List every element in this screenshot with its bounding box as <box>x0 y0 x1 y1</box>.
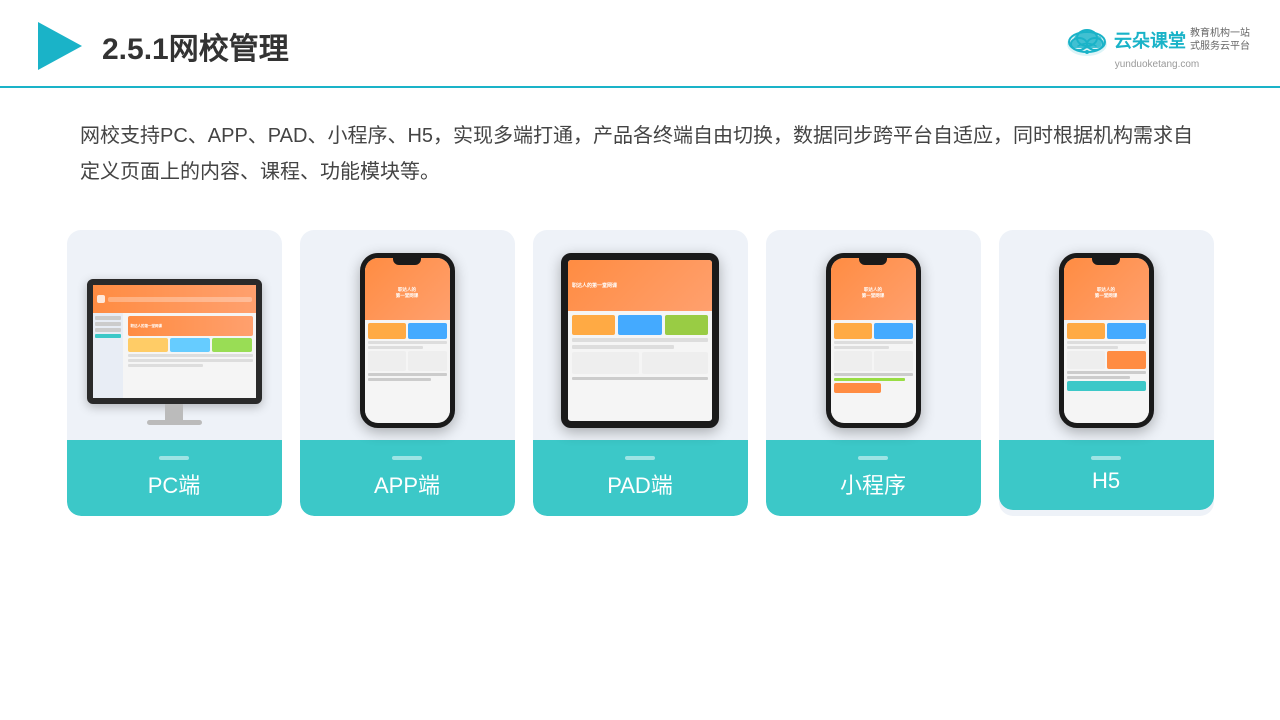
card-label-miniprogram: 小程序 <box>766 440 981 516</box>
card-miniprogram: 职达人的第一堂网课 <box>766 230 981 516</box>
card-label-pad: PAD端 <box>533 440 748 516</box>
card-pc: 职达人的第一堂网课 <box>67 230 282 516</box>
logo-subtitle: 教育机构一站 式服务云平台 <box>1190 27 1250 53</box>
card-label-app: APP端 <box>300 440 515 516</box>
play-icon <box>30 18 86 74</box>
card-app: 职达人的第一堂网课 <box>300 230 515 516</box>
card-label-h5: H5 <box>999 440 1214 510</box>
page-title: 2.5.1网校管理 <box>102 24 289 68</box>
cards-container: 职达人的第一堂网课 <box>0 210 1280 536</box>
card-pad: 职达人的第一堂网课 <box>533 230 748 516</box>
logo-area: 云朵课堂 教育机构一站 式服务云平台 yunduoketang.com <box>1064 22 1250 70</box>
card-label-pc: PC端 <box>67 440 282 516</box>
cloud-logo-icon <box>1064 22 1110 58</box>
logo-url: yunduoketang.com <box>1115 59 1200 70</box>
card-h5: 职达人的第一堂网课 <box>999 230 1214 516</box>
header-left: 2.5.1网校管理 <box>30 18 289 74</box>
description-text: 网校支持PC、APP、PAD、小程序、H5，实现多端打通，产品各终端自由切换，数… <box>0 88 1280 210</box>
logo-brand-name: 云朵课堂 <box>1114 27 1186 53</box>
header: 2.5.1网校管理 云朵课堂 教育机构一站 式服务云平 <box>0 0 1280 88</box>
logo-brand: 云朵课堂 教育机构一站 式服务云平台 <box>1064 22 1250 58</box>
